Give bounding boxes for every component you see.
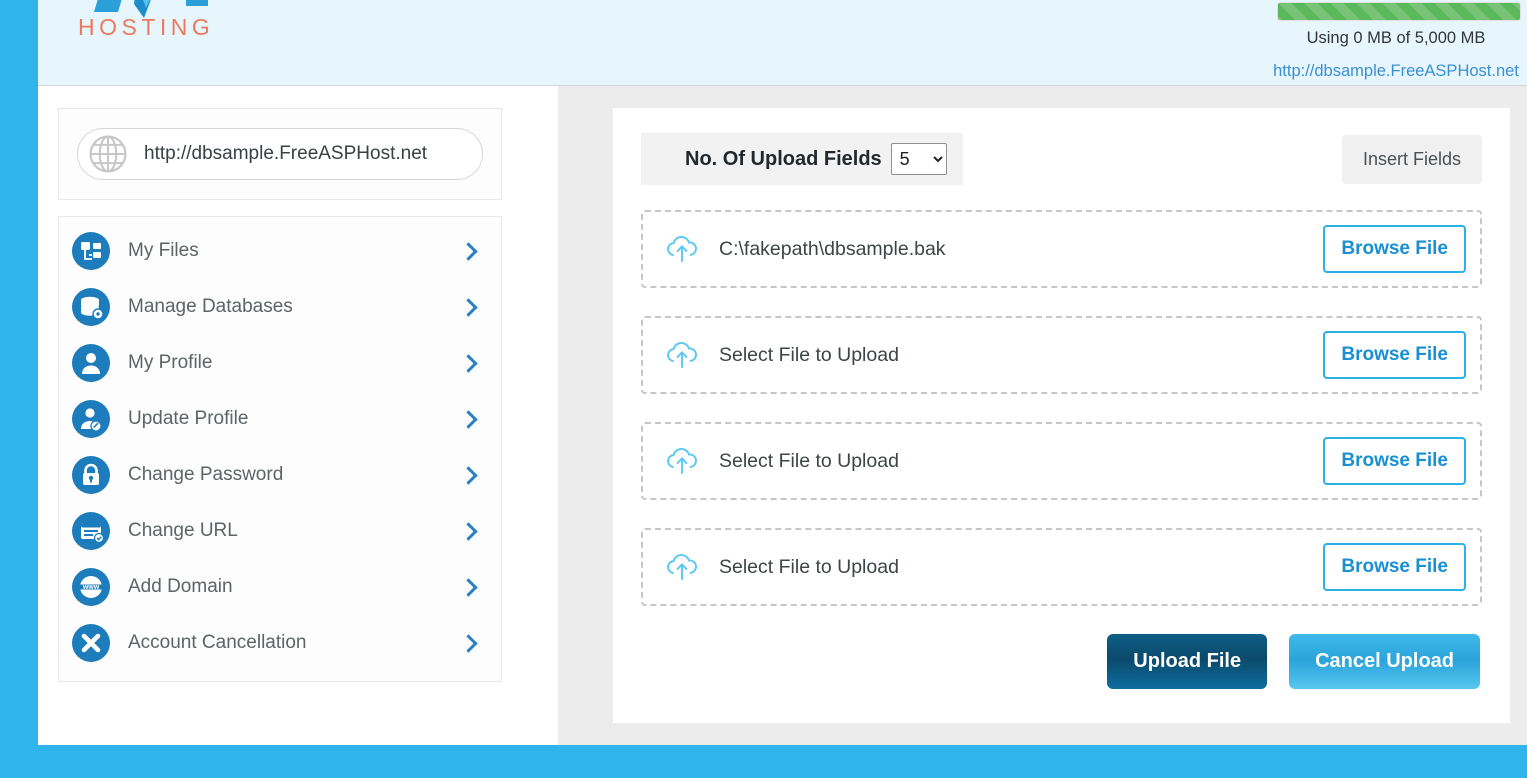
sidebar-menu: My Files Manage Databases My Profile Upd… (58, 216, 502, 682)
sidebar-item-my-files[interactable]: My Files (59, 223, 501, 279)
files-tree-icon (72, 232, 110, 270)
upload-row[interactable]: C:\fakepath\dbsample.bak Browse File (641, 210, 1482, 288)
globe-icon (89, 135, 127, 173)
upload-file-button[interactable]: Upload File (1107, 634, 1268, 689)
site-header: HOSTING .NET Using 0 MB of 5,000 MB http… (38, 0, 1527, 86)
browse-file-button[interactable]: Browse File (1323, 543, 1466, 591)
site-url-box[interactable]: http://dbsample.FreeASPHost.net (77, 128, 483, 180)
database-gear-icon (72, 288, 110, 326)
storage-usage: Using 0 MB of 5,000 MB http://dbsample.F… (1271, 2, 1521, 81)
chevron-right-icon (459, 241, 478, 261)
upload-file-value: Select File to Upload (719, 343, 899, 366)
chevron-right-icon (459, 297, 478, 317)
app-shell: HOSTING .NET Using 0 MB of 5,000 MB http… (38, 0, 1527, 745)
cloud-upload-icon (667, 554, 697, 580)
site-url-link[interactable]: http://dbsample.FreeASPHost.net (1271, 62, 1521, 81)
sidebar-item-account-cancellation[interactable]: Account Cancellation (59, 615, 501, 671)
sidebar-item-label: My Files (128, 240, 199, 261)
upload-file-value: Select File to Upload (719, 449, 899, 472)
chevron-right-icon (459, 353, 478, 373)
cloud-upload-icon (667, 448, 697, 474)
storage-usage-text: Using 0 MB of 5,000 MB (1306, 29, 1486, 47)
sidebar-item-update-profile[interactable]: Update Profile (59, 391, 501, 447)
chevron-right-icon (459, 521, 478, 541)
chevron-right-icon (459, 465, 478, 485)
body-area: http://dbsample.FreeASPHost.net My Files (38, 86, 1527, 745)
upload-file-value: C:\fakepath\dbsample.bak (719, 237, 946, 260)
upload-row[interactable]: Select File to Upload Browse File (641, 528, 1482, 606)
cloud-upload-icon (667, 236, 697, 262)
sidebar-item-change-url[interactable]: Change URL (59, 503, 501, 559)
close-circle-icon (72, 624, 110, 662)
upload-rows: C:\fakepath\dbsample.bak Browse File Sel… (641, 210, 1482, 606)
browse-file-button[interactable]: Browse File (1323, 437, 1466, 485)
panel-actions: Upload File Cancel Upload (641, 634, 1482, 689)
fields-count-group: No. Of Upload Fields 5 (641, 133, 963, 185)
cancel-upload-button[interactable]: Cancel Upload (1289, 634, 1480, 689)
cloud-upload-icon (667, 342, 697, 368)
upload-row[interactable]: Select File to Upload Browse File (641, 422, 1482, 500)
insert-fields-button[interactable]: Insert Fields (1341, 135, 1482, 184)
browser-window-icon (72, 512, 110, 550)
site-url-text: http://dbsample.FreeASPHost.net (144, 143, 428, 164)
upload-file-value: Select File to Upload (719, 555, 899, 578)
sidebar: http://dbsample.FreeASPHost.net My Files (58, 108, 502, 682)
sidebar-item-label: Change Password (128, 464, 284, 485)
column-gap (558, 86, 613, 745)
sidebar-item-label: Change URL (128, 520, 238, 541)
chevron-right-icon (459, 409, 478, 429)
sidebar-item-add-domain[interactable]: www Add Domain (59, 559, 501, 615)
lock-icon (72, 456, 110, 494)
sidebar-item-my-profile[interactable]: My Profile (59, 335, 501, 391)
chevron-right-icon (459, 577, 478, 597)
storage-meter-fill (1278, 3, 1520, 20)
fields-count-select[interactable]: 5 (890, 143, 947, 175)
browse-file-button[interactable]: Browse File (1323, 225, 1466, 273)
upload-row[interactable]: Select File to Upload Browse File (641, 316, 1482, 394)
sidebar-item-label: My Profile (128, 352, 213, 373)
svg-text:www: www (82, 584, 100, 591)
chevron-right-icon (459, 633, 478, 653)
site-url-card: http://dbsample.FreeASPHost.net (58, 108, 502, 200)
upload-panel: No. Of Upload Fields 5 Insert Fields C:\… (613, 108, 1510, 723)
user-icon (72, 344, 110, 382)
logo-wordmark: HOSTING (78, 14, 215, 40)
sidebar-item-change-password[interactable]: Change Password (59, 447, 501, 503)
sidebar-item-manage-databases[interactable]: Manage Databases (59, 279, 501, 335)
storage-meter (1277, 2, 1521, 21)
sidebar-item-label: Update Profile (128, 408, 249, 429)
www-globe-icon: www (72, 568, 110, 606)
page-root: HOSTING .NET Using 0 MB of 5,000 MB http… (0, 0, 1527, 778)
sidebar-item-label: Add Domain (128, 576, 233, 597)
browse-file-button[interactable]: Browse File (1323, 331, 1466, 379)
user-edit-icon (72, 400, 110, 438)
footer-band (0, 745, 1527, 778)
fields-count-label: No. Of Upload Fields (685, 147, 882, 170)
sidebar-item-label: Account Cancellation (128, 632, 307, 653)
upload-panel-header: No. Of Upload Fields 5 Insert Fields (641, 133, 1482, 185)
sidebar-item-label: Manage Databases (128, 296, 293, 317)
site-logo[interactable]: HOSTING .NET (78, 0, 278, 58)
